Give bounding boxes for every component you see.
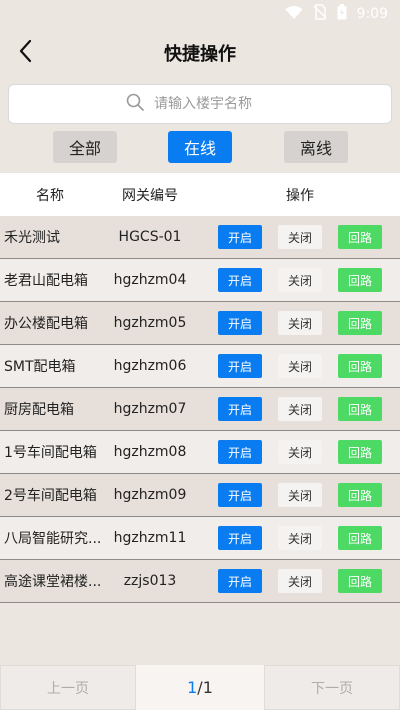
table-header: 名称 网关编号 操作: [0, 173, 400, 216]
column-header-action: 操作: [286, 187, 314, 204]
table-row: 高途课堂裙楼... zzjs013 开启 关闭 回路: [0, 560, 400, 603]
wifi-icon: [285, 5, 303, 24]
table-row: 老君山配电箱 hgzhzm04 开启 关闭 回路: [0, 259, 400, 302]
open-button[interactable]: 开启: [218, 311, 262, 335]
row-code: hgzhzm11: [113, 530, 187, 546]
row-code: HGCS-01: [118, 229, 182, 245]
loop-button[interactable]: 回路: [338, 311, 382, 335]
row-name: 厨房配电箱: [4, 402, 74, 418]
back-button[interactable]: [10, 36, 40, 70]
open-button[interactable]: 开启: [218, 225, 262, 249]
row-code: hgzhzm09: [113, 487, 187, 503]
tab-online[interactable]: 在线: [168, 131, 232, 163]
row-code: hgzhzm08: [113, 444, 187, 460]
loop-button[interactable]: 回路: [338, 526, 382, 550]
status-bar: 9:09: [0, 0, 400, 28]
header: 快捷操作: [0, 28, 400, 78]
close-button[interactable]: 关闭: [278, 311, 322, 335]
close-button[interactable]: 关闭: [278, 526, 322, 550]
gateway-list: 禾光测试 HGCS-01 开启 关闭 回路 老君山配电箱 hgzhzm04 开启…: [0, 216, 400, 603]
loop-button[interactable]: 回路: [338, 225, 382, 249]
no-sim-icon: [313, 4, 327, 24]
open-button[interactable]: 开启: [218, 397, 262, 421]
page-indicator: 1 / 1: [136, 665, 264, 710]
open-button[interactable]: 开启: [218, 440, 262, 464]
search-input[interactable]: [154, 96, 274, 112]
search-box[interactable]: [8, 84, 392, 124]
tab-offline[interactable]: 离线: [284, 131, 348, 163]
next-page-button[interactable]: 下一页: [264, 665, 400, 710]
column-header-code: 网关编号: [122, 187, 178, 204]
loop-button[interactable]: 回路: [338, 569, 382, 593]
row-name: 2号车间配电箱: [4, 488, 97, 504]
loop-button[interactable]: 回路: [338, 440, 382, 464]
row-code: hgzhzm06: [113, 358, 187, 374]
row-name: SMT配电箱: [4, 359, 76, 375]
tab-all[interactable]: 全部: [53, 131, 117, 163]
close-button[interactable]: 关闭: [278, 569, 322, 593]
table-row: 八局智能研究... hgzhzm11 开启 关闭 回路: [0, 517, 400, 560]
battery-icon: [337, 4, 347, 24]
page-title: 快捷操作: [164, 44, 236, 65]
row-name: 禾光测试: [4, 230, 60, 246]
open-button[interactable]: 开启: [218, 526, 262, 550]
table-row: 禾光测试 HGCS-01 开启 关闭 回路: [0, 216, 400, 259]
pagination: 上一页 1 / 1 下一页: [0, 665, 400, 710]
open-button[interactable]: 开启: [218, 483, 262, 507]
chevron-left-icon: [18, 39, 32, 67]
table-row: 厨房配电箱 hgzhzm07 开启 关闭 回路: [0, 388, 400, 431]
prev-page-button[interactable]: 上一页: [0, 665, 136, 710]
row-name: 办公楼配电箱: [4, 316, 88, 332]
current-page: 1: [187, 678, 198, 697]
row-name: 高途课堂裙楼...: [4, 574, 102, 590]
close-button[interactable]: 关闭: [278, 225, 322, 249]
row-code: hgzhzm07: [113, 401, 187, 417]
row-code: hgzhzm04: [113, 272, 187, 288]
search-icon: [126, 93, 144, 115]
loop-button[interactable]: 回路: [338, 397, 382, 421]
close-button[interactable]: 关闭: [278, 483, 322, 507]
loop-button[interactable]: 回路: [338, 268, 382, 292]
table-row: 办公楼配电箱 hgzhzm05 开启 关闭 回路: [0, 302, 400, 345]
open-button[interactable]: 开启: [218, 354, 262, 378]
close-button[interactable]: 关闭: [278, 354, 322, 378]
row-name: 老君山配电箱: [4, 273, 88, 289]
filter-tabs: 全部 在线 离线: [0, 131, 400, 165]
table-row: 2号车间配电箱 hgzhzm09 开启 关闭 回路: [0, 474, 400, 517]
close-button[interactable]: 关闭: [278, 397, 322, 421]
row-name: 1号车间配电箱: [4, 445, 97, 461]
close-button[interactable]: 关闭: [278, 440, 322, 464]
table-row: SMT配电箱 hgzhzm06 开启 关闭 回路: [0, 345, 400, 388]
open-button[interactable]: 开启: [218, 268, 262, 292]
row-name: 八局智能研究...: [4, 531, 102, 547]
open-button[interactable]: 开启: [218, 569, 262, 593]
loop-button[interactable]: 回路: [338, 483, 382, 507]
status-time: 9:09: [356, 6, 388, 22]
table-row: 1号车间配电箱 hgzhzm08 开启 关闭 回路: [0, 431, 400, 474]
loop-button[interactable]: 回路: [338, 354, 382, 378]
close-button[interactable]: 关闭: [278, 268, 322, 292]
total-pages: 1: [202, 678, 213, 697]
row-code: hgzhzm05: [113, 315, 187, 331]
row-code: zzjs013: [123, 573, 177, 589]
column-header-name: 名称: [36, 187, 64, 204]
